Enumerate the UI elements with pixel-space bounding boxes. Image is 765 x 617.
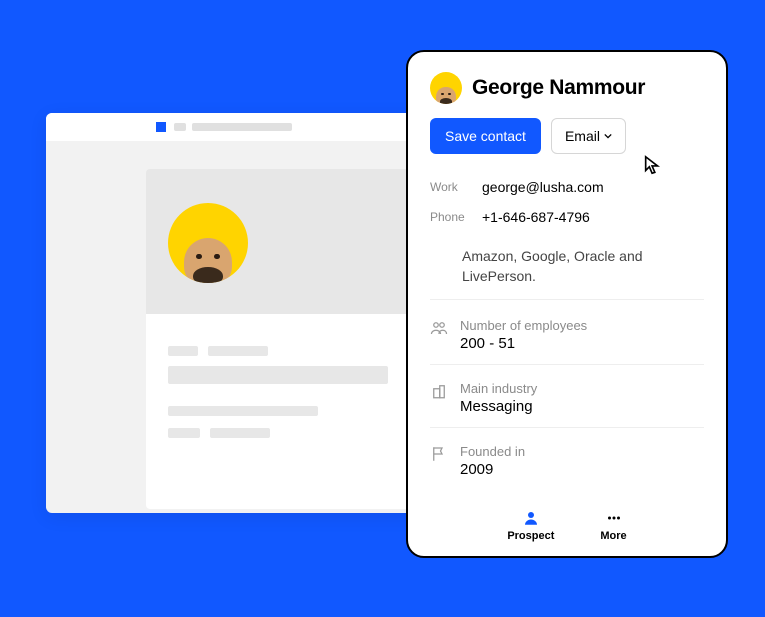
summary-text: Amazon, Google, Oracle and LivePerson. <box>430 246 704 300</box>
industry-value: Messaging <box>460 398 537 415</box>
chevron-down-icon <box>604 132 612 140</box>
toolbar-placeholder <box>174 123 186 131</box>
popup-header: George Nammour <box>408 52 726 118</box>
contact-name: George Nammour <box>472 76 645 100</box>
nav-prospect-label: Prospect <box>507 530 554 542</box>
work-email-value: george@lusha.com <box>482 179 604 195</box>
employees-value: 200 - 51 <box>460 335 587 352</box>
avatar-face-icon <box>184 238 232 283</box>
contact-info: Work george@lusha.com Phone +1-646-687-4… <box>408 172 726 232</box>
work-email-row: Work george@lusha.com <box>430 172 704 202</box>
industry-block: Main industry Messaging <box>430 375 704 428</box>
email-button-label: Email <box>565 128 600 144</box>
phone-label: Phone <box>430 210 466 224</box>
work-label: Work <box>430 180 466 194</box>
employees-label: Number of employees <box>460 318 587 333</box>
avatar-face-icon <box>436 87 455 104</box>
email-dropdown-button[interactable]: Email <box>551 118 626 154</box>
person-icon <box>522 509 540 527</box>
popup-bottom-nav: Prospect More <box>408 499 726 556</box>
nav-more-label: More <box>600 530 626 542</box>
contact-avatar <box>430 72 462 104</box>
industry-label: Main industry <box>460 381 537 396</box>
building-icon <box>430 382 448 400</box>
phone-row: Phone +1-646-687-4796 <box>430 202 704 232</box>
toolbar-placeholder <box>192 123 292 131</box>
phone-value: +1-646-687-4796 <box>482 209 590 225</box>
more-dots-icon <box>605 509 623 527</box>
founded-value: 2009 <box>460 461 525 478</box>
profile-avatar <box>168 203 248 283</box>
founded-block: Founded in 2009 <box>430 438 704 478</box>
company-details: Amazon, Google, Oracle and LivePerson. N… <box>408 232 726 499</box>
people-icon <box>430 319 448 337</box>
save-contact-button[interactable]: Save contact <box>430 118 541 154</box>
founded-label: Founded in <box>460 444 525 459</box>
flag-icon <box>430 445 448 463</box>
nav-more[interactable]: More <box>600 509 626 542</box>
nav-prospect[interactable]: Prospect <box>507 509 554 542</box>
contact-popup: George Nammour Save contact Email Work g… <box>406 50 728 558</box>
employees-block: Number of employees 200 - 51 <box>430 312 704 365</box>
window-indicator-icon <box>156 122 166 132</box>
popup-actions: Save contact Email <box>408 118 726 172</box>
